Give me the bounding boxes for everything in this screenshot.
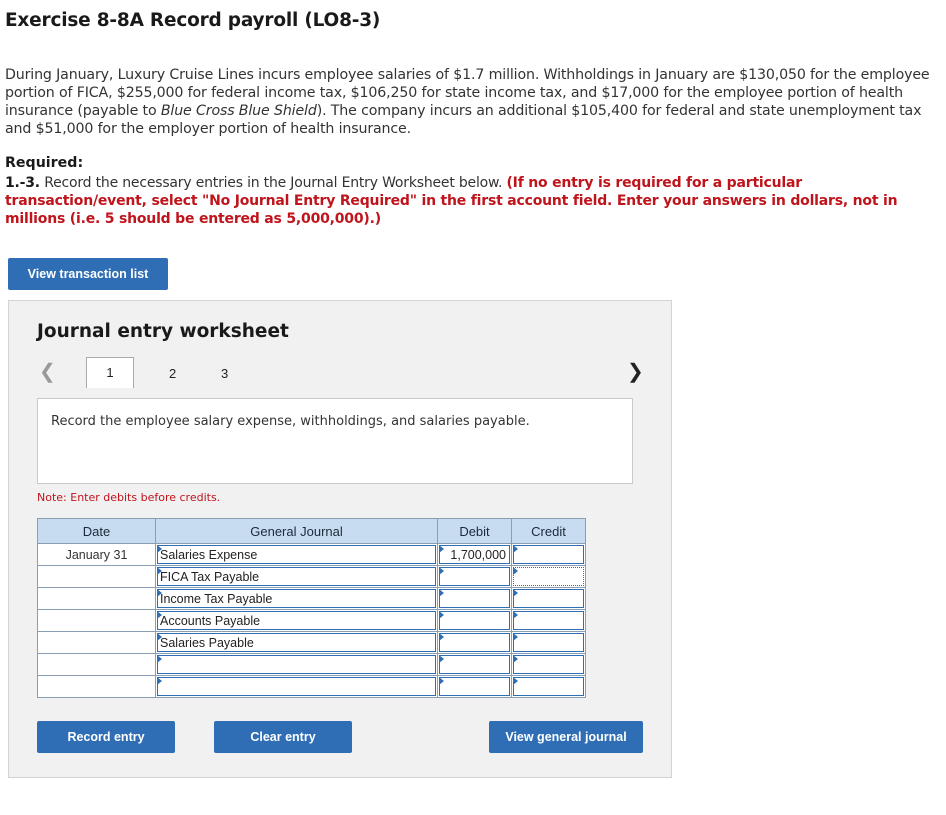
- journal-table: Date General Journal Debit Credit Januar…: [37, 518, 586, 698]
- record-entry-button[interactable]: Record entry: [37, 721, 175, 753]
- date-cell[interactable]: [37, 609, 156, 632]
- field-flag-icon: [513, 545, 518, 553]
- account-field[interactable]: Accounts Payable: [157, 611, 436, 630]
- page-title: Exercise 8-8A Record payroll (LO8-3): [5, 10, 381, 31]
- table-row: Accounts Payable: [37, 609, 586, 632]
- problem-text-italic: Blue Cross Blue Shield: [160, 103, 317, 119]
- table-row: Income Tax Payable: [37, 587, 586, 610]
- worksheet-title: Journal entry worksheet: [37, 321, 289, 342]
- credit-field[interactable]: [513, 611, 584, 630]
- field-flag-icon: [157, 611, 162, 619]
- credit-field[interactable]: [513, 677, 584, 696]
- account-field[interactable]: FICA Tax Payable: [157, 567, 436, 586]
- field-flag-icon: [513, 655, 518, 663]
- required-instructions: 1.-3. Record the necessary entries in th…: [5, 174, 941, 228]
- chevron-left-icon[interactable]: ❮: [39, 359, 56, 384]
- credit-field[interactable]: [513, 567, 584, 586]
- debit-field[interactable]: [439, 567, 510, 586]
- date-cell[interactable]: [37, 631, 156, 654]
- field-flag-icon: [513, 589, 518, 597]
- table-row: Salaries Payable: [37, 631, 586, 654]
- table-row: January 31 Salaries Expense 1,700,000: [37, 543, 586, 566]
- table-row: FICA Tax Payable: [37, 565, 586, 588]
- credit-field[interactable]: [513, 589, 584, 608]
- account-field[interactable]: Salaries Payable: [157, 633, 436, 652]
- account-field[interactable]: Salaries Expense: [157, 545, 436, 564]
- table-row: [37, 675, 586, 698]
- account-field[interactable]: Income Tax Payable: [157, 589, 436, 608]
- debit-field[interactable]: [439, 677, 510, 696]
- field-flag-icon: [157, 545, 162, 553]
- field-flag-icon: [513, 633, 518, 641]
- tab-3[interactable]: 3: [221, 366, 228, 381]
- field-flag-icon: [157, 677, 162, 685]
- date-cell[interactable]: January 31: [37, 543, 156, 566]
- column-header-date: Date: [37, 518, 156, 544]
- date-cell[interactable]: [37, 565, 156, 588]
- view-transaction-list-button[interactable]: View transaction list: [8, 258, 168, 290]
- field-flag-icon: [439, 633, 444, 641]
- required-heading: Required:: [5, 155, 84, 171]
- clear-entry-button[interactable]: Clear entry: [214, 721, 352, 753]
- field-flag-icon: [439, 677, 444, 685]
- account-field[interactable]: [157, 677, 436, 696]
- field-flag-icon: [157, 567, 162, 575]
- debit-field[interactable]: [439, 655, 510, 674]
- required-text: Record the necessary entries in the Jour…: [39, 175, 507, 191]
- account-field[interactable]: [157, 655, 436, 674]
- credit-field[interactable]: [513, 633, 584, 652]
- problem-statement: During January, Luxury Cruise Lines incu…: [5, 66, 930, 138]
- chevron-right-icon[interactable]: ❯: [627, 359, 644, 384]
- field-flag-icon: [513, 611, 518, 619]
- credit-field[interactable]: [513, 655, 584, 674]
- view-general-journal-button[interactable]: View general journal: [489, 721, 643, 753]
- journal-entry-worksheet-panel: Journal entry worksheet ❮ 1 2 3 ❯ Record…: [8, 300, 672, 778]
- date-cell[interactable]: [37, 587, 156, 610]
- field-flag-icon: [439, 545, 444, 553]
- field-flag-icon: [439, 611, 444, 619]
- date-cell[interactable]: [37, 653, 156, 676]
- debit-field[interactable]: [439, 633, 510, 652]
- column-header-general-journal: General Journal: [155, 518, 438, 544]
- field-flag-icon: [439, 589, 444, 597]
- transaction-description-box: Record the employee salary expense, with…: [37, 398, 633, 484]
- transaction-description: Record the employee salary expense, with…: [51, 414, 530, 429]
- required-number: 1.-3.: [5, 175, 40, 191]
- field-flag-icon: [157, 589, 162, 597]
- debit-field[interactable]: [439, 611, 510, 630]
- field-flag-icon: [439, 567, 444, 575]
- field-flag-icon: [157, 655, 162, 663]
- debit-field[interactable]: 1,700,000: [439, 545, 510, 564]
- tab-2[interactable]: 2: [169, 366, 176, 381]
- field-flag-icon: [513, 567, 518, 575]
- column-header-debit: Debit: [437, 518, 512, 544]
- debit-credit-note: Note: Enter debits before credits.: [37, 491, 221, 504]
- date-cell[interactable]: [37, 675, 156, 698]
- column-header-credit: Credit: [511, 518, 586, 544]
- field-flag-icon: [157, 633, 162, 641]
- credit-field[interactable]: [513, 545, 584, 564]
- field-flag-icon: [439, 655, 444, 663]
- table-row: [37, 653, 586, 676]
- debit-field[interactable]: [439, 589, 510, 608]
- field-flag-icon: [513, 677, 518, 685]
- tab-1[interactable]: 1: [86, 357, 134, 388]
